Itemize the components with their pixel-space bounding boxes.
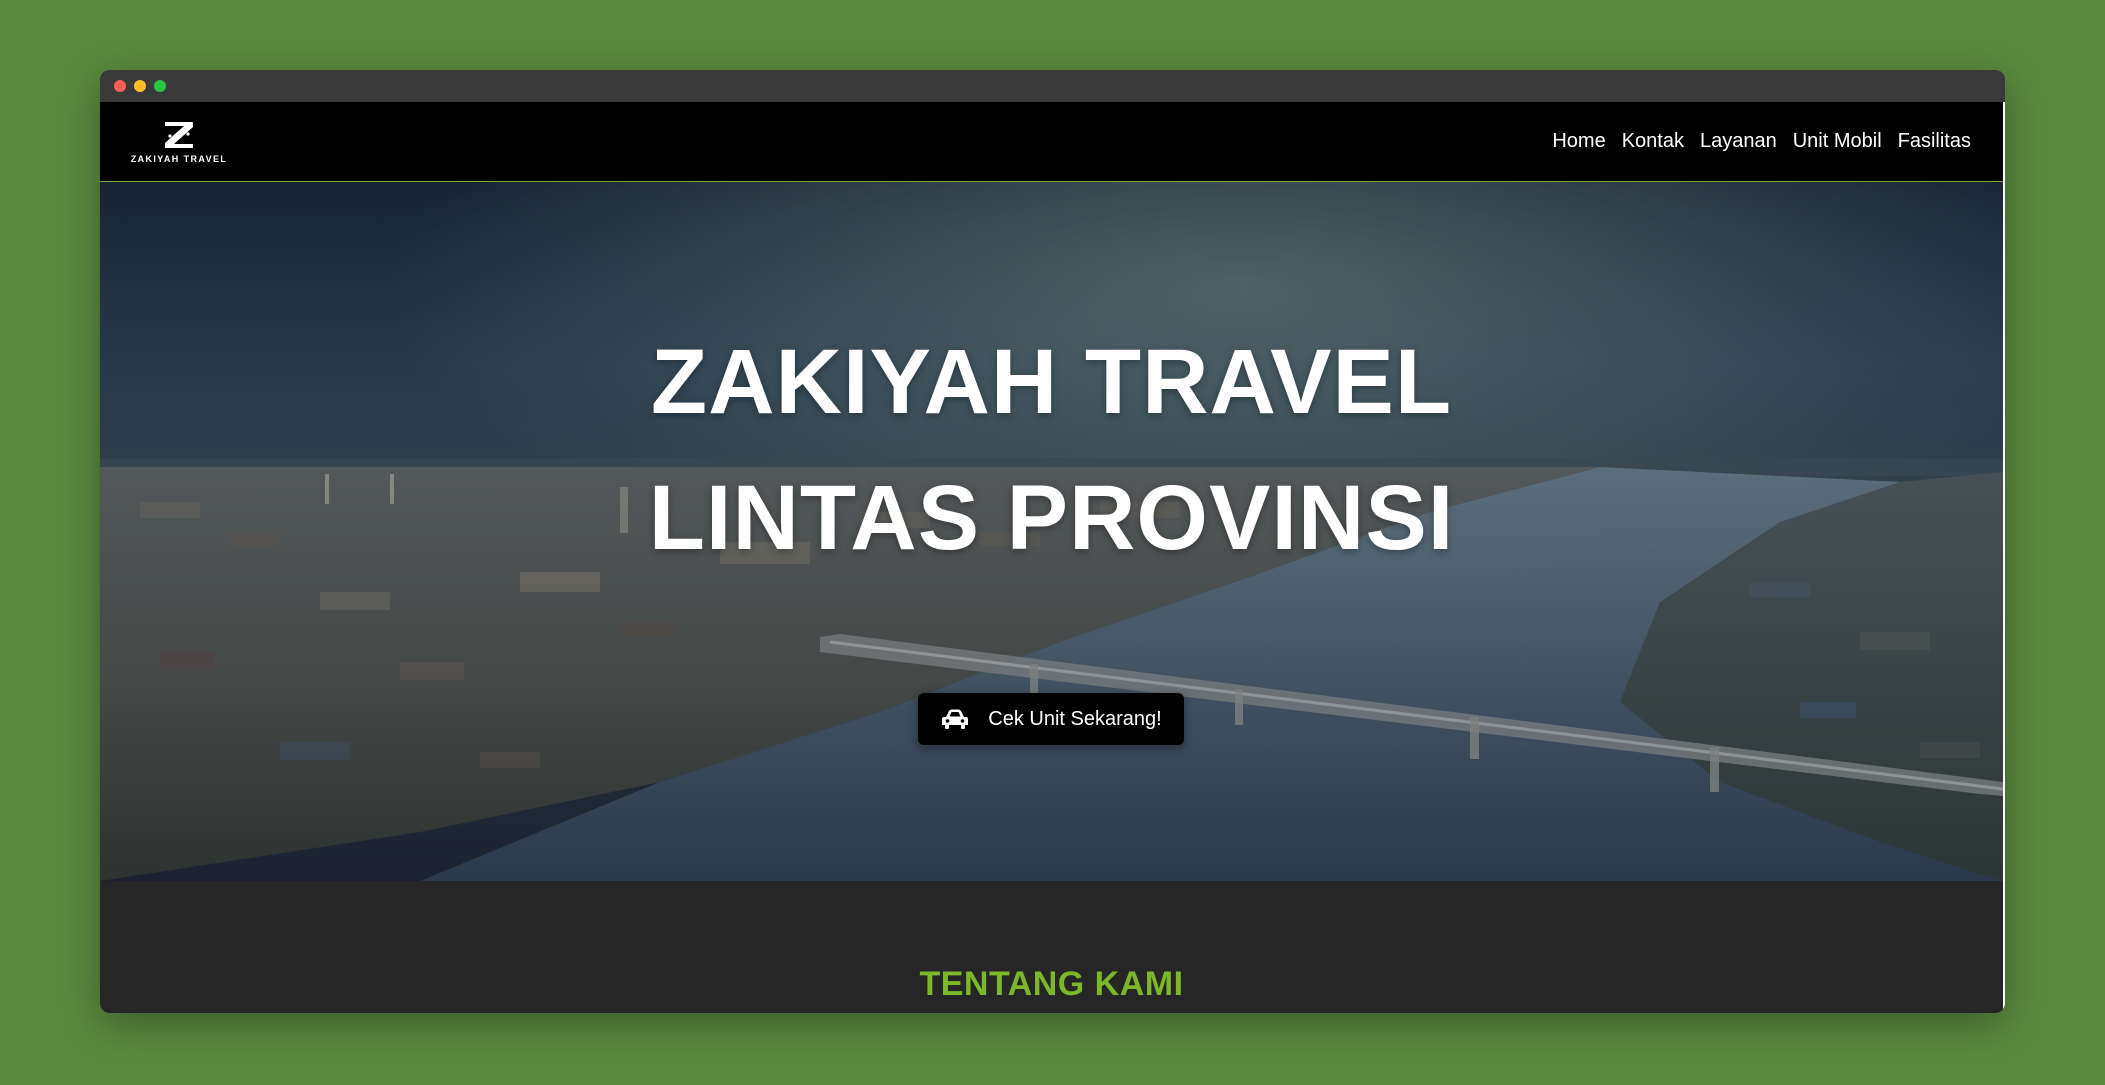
nav-link-kontak[interactable]: Kontak — [1622, 130, 1684, 153]
minimize-window-button[interactable] — [134, 80, 146, 92]
hero-title-line2: LINTAS PROVINSI — [648, 467, 1455, 569]
window-titlebar — [100, 70, 2005, 102]
nav-link-fasilitas[interactable]: Fasilitas — [1898, 130, 1971, 153]
maximize-window-button[interactable] — [154, 80, 166, 92]
brand-logo[interactable]: ZAKIYAH TRAVEL — [130, 120, 228, 164]
nav-link-layanan[interactable]: Layanan — [1700, 130, 1777, 153]
nav-menu: Home Kontak Layanan Unit Mobil Fasilitas — [1552, 130, 1971, 153]
logo-z-icon — [163, 120, 195, 150]
about-heading: TENTANG KAMI — [919, 965, 1184, 1003]
close-window-button[interactable] — [114, 80, 126, 92]
navbar: ZAKIYAH TRAVEL Home Kontak Layanan Unit … — [100, 102, 2003, 182]
page-content: ZAKIYAH TRAVEL Home Kontak Layanan Unit … — [100, 102, 2005, 1013]
nav-link-unit-mobil[interactable]: Unit Mobil — [1793, 130, 1882, 153]
about-section: TENTANG KAMI — [100, 881, 2003, 1012]
logo-text: ZAKIYAH TRAVEL — [130, 153, 228, 164]
car-icon — [940, 708, 970, 730]
hero-section: ZAKIYAH TRAVEL LINTAS PROVINSI Cek Unit … — [100, 182, 2003, 881]
nav-link-home[interactable]: Home — [1552, 130, 1605, 153]
cek-unit-button-label: Cek Unit Sekarang! — [988, 707, 1162, 730]
hero-title-line1: ZAKIYAH TRAVEL — [650, 331, 1453, 433]
cek-unit-button[interactable]: Cek Unit Sekarang! — [918, 693, 1184, 745]
browser-window: ZAKIYAH TRAVEL Home Kontak Layanan Unit … — [100, 70, 2005, 1013]
